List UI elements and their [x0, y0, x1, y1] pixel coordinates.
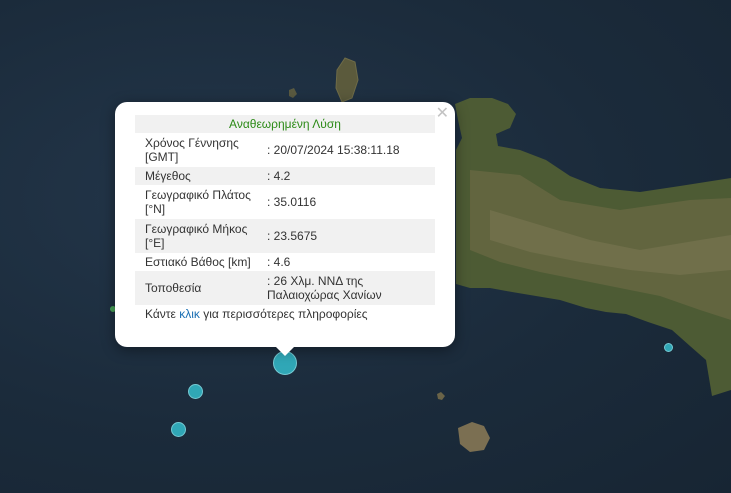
popup-tip	[274, 345, 296, 356]
info-value: : 26 Χλμ. ΝΝΔ της Παλαιοχώρας Χανίων	[267, 274, 382, 302]
info-row-depth: Εστιακό Βάθος [km] : 4.6	[135, 253, 435, 271]
footer-suffix: για περισσότερες πληροφορίες	[199, 307, 368, 321]
info-value: : 23.5675	[267, 229, 318, 243]
info-row-longitude: Γεωγραφικό Μήκος [°E] : 23.5675	[135, 219, 435, 253]
info-value: : 4.2	[267, 169, 291, 183]
earthquake-marker[interactable]	[664, 343, 673, 352]
popup-content: Αναθεωρημένη Λύση Χρόνος Γέννησης [GMT] …	[135, 115, 435, 321]
footer-prefix: Κάντε	[145, 307, 180, 321]
info-label: Εστιακό Βάθος [km]	[145, 255, 251, 269]
info-row-origin-time: Χρόνος Γέννησης [GMT] : 20/07/2024 15:38…	[135, 133, 435, 167]
info-value: : 35.0116	[267, 195, 317, 209]
popup-title: Αναθεωρημένη Λύση	[135, 115, 435, 133]
info-label: Μέγεθος	[145, 169, 191, 183]
earthquake-marker[interactable]	[171, 422, 186, 437]
info-value: : 20/07/2024 15:38:11.18	[267, 143, 400, 157]
info-label: Γεωγραφικό Πλάτος [°N]	[145, 188, 251, 216]
earthquake-info-popup: ✕ Αναθεωρημένη Λύση Χρόνος Γέννησης [GMT…	[115, 102, 455, 347]
close-icon[interactable]: ✕	[436, 104, 449, 122]
info-value: : 4.6	[267, 255, 291, 269]
more-info-link[interactable]: κλικ	[179, 307, 200, 321]
earthquake-marker[interactable]	[188, 384, 203, 399]
info-row-latitude: Γεωγραφικό Πλάτος [°N] : 35.0116	[135, 185, 435, 219]
info-label: Τοποθεσία	[145, 281, 202, 295]
info-row-location: Τοποθεσία : 26 Χλμ. ΝΝΔ της Παλαιοχώρας …	[135, 271, 435, 305]
popup-footer: Κάντε κλικ για περισσότερες πληροφορίες	[135, 307, 435, 321]
info-row-magnitude: Μέγεθος : 4.2	[135, 167, 435, 185]
info-label: Χρόνος Γέννησης [GMT]	[145, 136, 239, 164]
info-label: Γεωγραφικό Μήκος [°E]	[145, 222, 248, 250]
